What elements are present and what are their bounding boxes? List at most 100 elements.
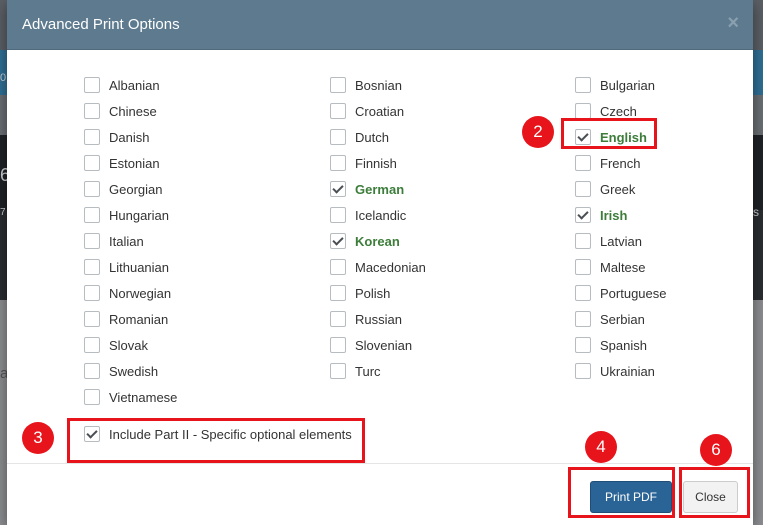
annotation-badge-2: 2 [522,116,554,148]
language-option[interactable]: Italian [84,228,304,254]
language-checkbox[interactable] [330,103,346,119]
language-column-1: Albanian Chinese Danish Estonian Georgian Hun… [84,72,304,410]
language-checkbox[interactable] [84,233,100,249]
language-option[interactable]: Chinese [84,98,304,124]
language-checkbox[interactable] [330,129,346,145]
language-label: Korean [355,233,400,249]
language-option[interactable]: Swedish [84,358,304,384]
language-checkbox[interactable] [330,259,346,275]
language-label: Albanian [109,77,160,93]
language-checkbox[interactable] [575,363,591,379]
language-option[interactable]: Maltese [575,254,763,280]
language-option[interactable]: Danish [84,124,304,150]
language-checkbox[interactable] [84,259,100,275]
language-checkbox[interactable] [330,155,346,171]
language-checkbox[interactable] [84,207,100,223]
language-option[interactable]: Bosnian [330,72,550,98]
language-checkbox[interactable] [84,285,100,301]
language-label: Danish [109,129,150,145]
annotation-badge-4: 4 [585,431,617,463]
language-option[interactable]: Slovak [84,332,304,358]
language-checkbox[interactable] [575,285,591,301]
language-option[interactable]: Slovenian [330,332,550,358]
modal-header: Advanced Print Options × [7,0,753,50]
language-checkbox[interactable] [84,181,100,197]
language-option[interactable]: Bulgarian [575,72,763,98]
annotation-box-part2 [67,418,365,463]
language-column-2: Bosnian Croatian Dutch Finnish German Iceland… [330,72,550,384]
language-option[interactable]: Estonian [84,150,304,176]
background-glyph: 0 [0,72,7,84]
language-checkbox[interactable] [84,103,100,119]
language-label: Lithuanian [109,259,169,275]
language-checkbox[interactable] [575,181,591,197]
language-checkbox[interactable] [330,363,346,379]
language-checkbox[interactable] [575,311,591,327]
language-checkbox[interactable] [84,337,100,353]
language-label: Latvian [600,233,642,249]
language-option[interactable]: Russian [330,306,550,332]
language-option[interactable]: Norwegian [84,280,304,306]
language-label: Spanish [600,337,647,353]
language-label: Romanian [109,311,169,327]
language-label: Bulgarian [600,77,655,93]
language-option[interactable]: Turc [330,358,550,384]
language-checkbox[interactable] [330,285,346,301]
language-label: Turc [355,363,381,379]
language-option[interactable]: Macedonian [330,254,550,280]
language-option[interactable]: German [330,176,550,202]
language-checkbox[interactable] [330,207,346,223]
language-label: Ukrainian [600,363,655,379]
language-label: Macedonian [355,259,426,275]
language-checkbox[interactable] [330,77,346,93]
language-option[interactable]: Albanian [84,72,304,98]
language-label: French [600,155,641,171]
language-option[interactable]: Greek [575,176,763,202]
language-option[interactable]: French [575,150,763,176]
language-label: Croatian [355,103,405,119]
language-option[interactable]: Hungarian [84,202,304,228]
language-checkbox[interactable] [330,311,346,327]
language-checkbox[interactable] [330,181,346,197]
language-option[interactable]: Lithuanian [84,254,304,280]
language-option[interactable]: Polish [330,280,550,306]
language-option[interactable]: Korean [330,228,550,254]
language-option[interactable]: Portuguese [575,280,763,306]
language-label: Hungarian [109,207,169,223]
language-checkbox[interactable] [575,155,591,171]
annotation-box-close [679,467,750,518]
modal-title: Advanced Print Options [22,16,180,33]
language-label: Slovenian [355,337,413,353]
language-checkbox[interactable] [330,233,346,249]
language-checkbox[interactable] [575,103,591,119]
language-label: Icelandic [355,207,407,223]
language-option[interactable]: Romanian [84,306,304,332]
language-option[interactable]: Vietnamese [84,384,304,410]
language-checkbox[interactable] [84,77,100,93]
language-checkbox[interactable] [575,207,591,223]
language-checkbox[interactable] [575,77,591,93]
close-icon[interactable]: × [727,13,739,33]
language-option[interactable]: Latvian [575,228,763,254]
language-option[interactable]: Croatian [330,98,550,124]
language-checkbox[interactable] [84,311,100,327]
language-option[interactable]: Irish [575,202,763,228]
language-checkbox[interactable] [575,337,591,353]
language-checkbox[interactable] [84,389,100,405]
language-label: Swedish [109,363,159,379]
language-label: Polish [355,285,391,301]
language-option[interactable]: Georgian [84,176,304,202]
language-label: German [355,181,405,197]
language-checkbox[interactable] [575,259,591,275]
language-checkbox[interactable] [84,129,100,145]
language-option[interactable]: Ukrainian [575,358,763,384]
language-checkbox[interactable] [84,363,100,379]
language-option[interactable]: Serbian [575,306,763,332]
language-option[interactable]: Finnish [330,150,550,176]
language-checkbox[interactable] [330,337,346,353]
language-option[interactable]: Dutch [330,124,550,150]
language-checkbox[interactable] [84,155,100,171]
language-option[interactable]: Spanish [575,332,763,358]
language-option[interactable]: Icelandic [330,202,550,228]
language-checkbox[interactable] [575,233,591,249]
